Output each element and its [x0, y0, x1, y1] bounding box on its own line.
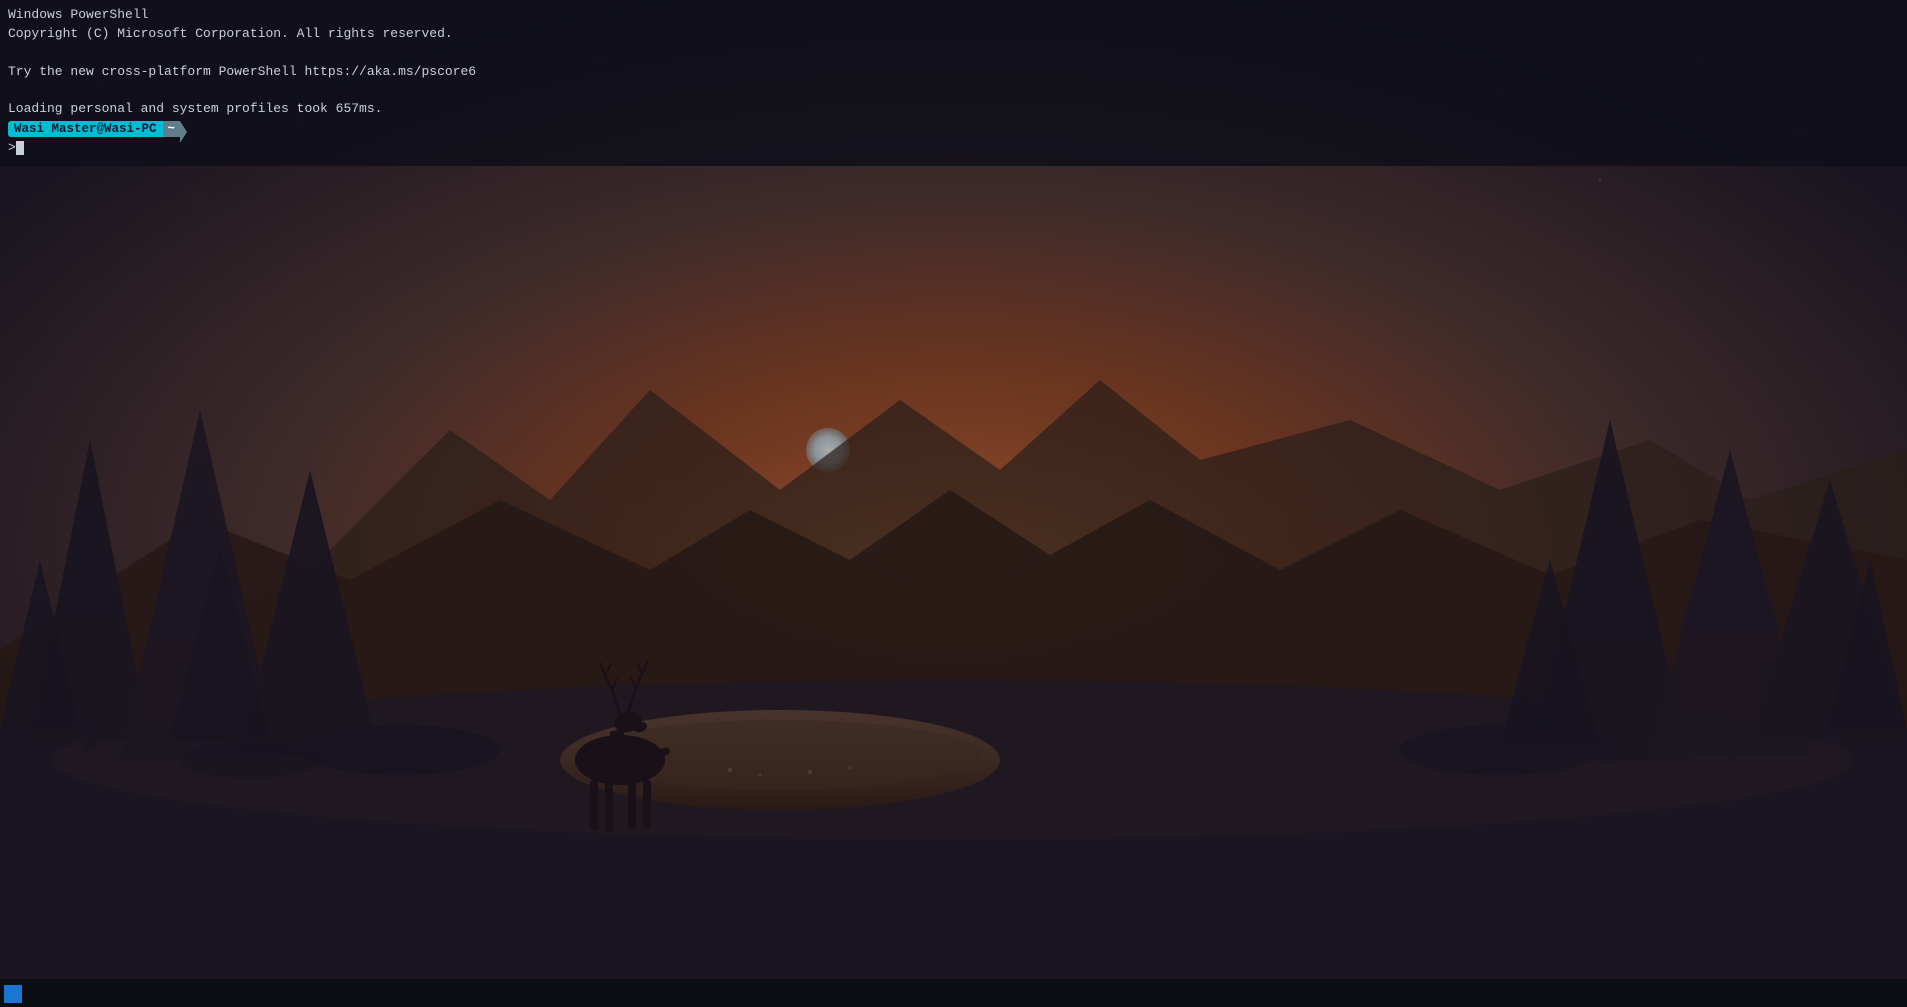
start-button[interactable] [4, 985, 22, 1003]
prompt-symbol: > [8, 139, 16, 158]
terminal-line-3 [8, 44, 1899, 63]
prompt-row: Wasi Master@Wasi-PC ~ [8, 121, 1899, 137]
taskbar [0, 979, 1907, 1007]
terminal-line-1: Windows PowerShell [8, 6, 1899, 25]
terminal-line-4: Try the new cross-platform PowerShell ht… [8, 63, 1899, 82]
terminal-line-6: Loading personal and system profiles too… [8, 100, 1899, 119]
terminal-line-2: Copyright (C) Microsoft Corporation. All… [8, 25, 1899, 44]
prompt-user-label: Wasi Master@Wasi-PC [8, 121, 163, 137]
terminal-cursor [16, 141, 24, 155]
terminal-window: Windows PowerShell Copyright (C) Microso… [0, 0, 1907, 166]
prompt-tilde-label: ~ [163, 121, 181, 137]
terminal-line-5 [8, 81, 1899, 100]
input-row[interactable]: > [8, 139, 1899, 158]
